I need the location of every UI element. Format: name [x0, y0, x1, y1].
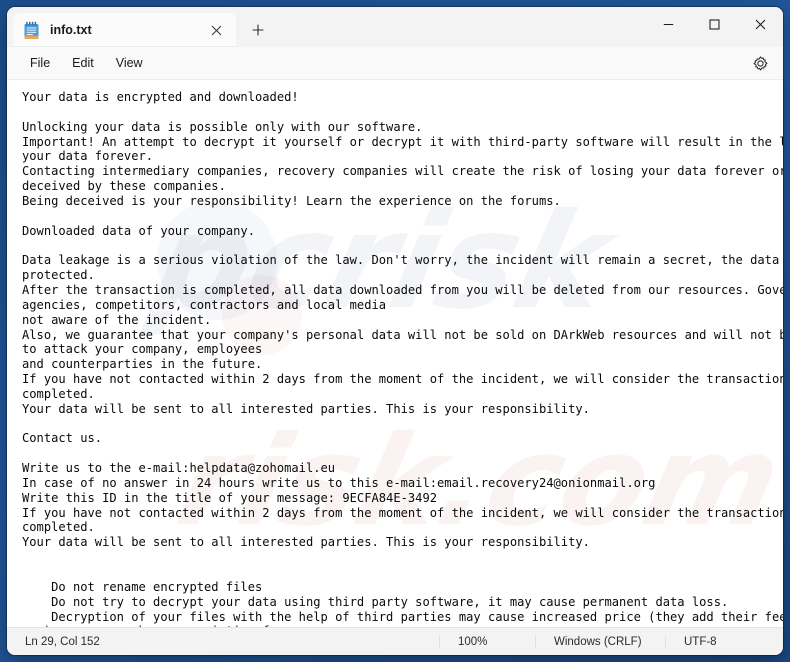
zoom-level[interactable]: 100%: [439, 635, 535, 648]
titlebar[interactable]: info.txt: [7, 7, 783, 47]
tab-strip: info.txt: [7, 7, 274, 47]
tab-title: info.txt: [50, 23, 92, 37]
menubar: File Edit View: [7, 47, 783, 80]
cursor-position: Ln 29, Col 152: [25, 635, 100, 648]
menu-edit[interactable]: Edit: [61, 52, 105, 74]
new-tab-button[interactable]: [242, 15, 274, 45]
window-caption-buttons: [645, 7, 783, 41]
encoding[interactable]: UTF-8: [665, 635, 783, 648]
line-ending[interactable]: Windows (CRLF): [535, 635, 665, 648]
menu-file[interactable]: File: [19, 52, 61, 74]
close-window-button[interactable]: [737, 7, 783, 41]
close-tab-icon[interactable]: [204, 18, 228, 42]
minimize-button[interactable]: [645, 7, 691, 41]
maximize-button[interactable]: [691, 7, 737, 41]
notepad-window: info.txt File Edit View pcrisk risk.com …: [7, 7, 783, 655]
editor-area[interactable]: pcrisk risk.com Your data is encrypted a…: [7, 80, 783, 627]
gear-icon[interactable]: [747, 51, 773, 75]
statusbar: Ln 29, Col 152 100% Windows (CRLF) UTF-8: [7, 627, 783, 655]
text-content[interactable]: Your data is encrypted and downloaded! U…: [7, 80, 783, 627]
notepad-icon: [23, 21, 40, 40]
menu-view[interactable]: View: [105, 52, 154, 74]
tab-info-txt[interactable]: info.txt: [13, 13, 236, 47]
